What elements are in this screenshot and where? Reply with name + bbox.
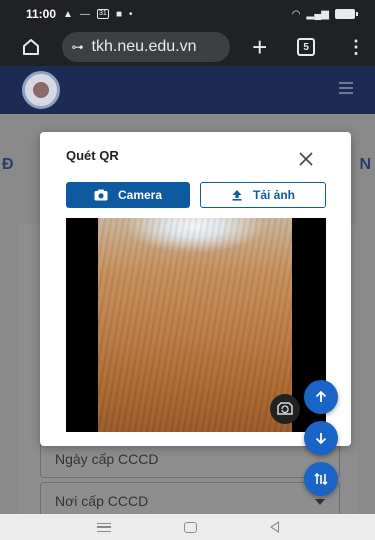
tabs-button[interactable]: 5 bbox=[297, 38, 315, 56]
back-icon[interactable] bbox=[269, 521, 279, 533]
sort-icon bbox=[314, 472, 328, 486]
battery-icon bbox=[335, 9, 358, 19]
nav-home-icon[interactable] bbox=[183, 521, 197, 533]
wood-texture bbox=[98, 218, 292, 432]
sort-button[interactable] bbox=[304, 462, 338, 496]
camera-preview bbox=[66, 218, 326, 432]
browser-toolbar: ⊶ tkh.neu.edu.vn + 5 ⋮ bbox=[0, 28, 375, 66]
arrow-up-icon bbox=[315, 390, 327, 402]
modal-title: Quét QR bbox=[66, 148, 119, 163]
wifi-icon: ◠ bbox=[291, 8, 301, 20]
issue-date-placeholder: Ngày cấp CCCD bbox=[55, 451, 159, 467]
issue-place-placeholder: Nơi cấp CCCD bbox=[55, 493, 149, 509]
calendar-icon: 31 bbox=[96, 9, 109, 19]
camera-label: Camera bbox=[117, 188, 163, 202]
tune-icon[interactable]: ⊶ bbox=[72, 40, 84, 54]
university-logo[interactable] bbox=[22, 71, 60, 109]
notification-icon: ▲ bbox=[63, 8, 73, 20]
dot-icon: • bbox=[128, 8, 133, 20]
message-icon: ■ bbox=[115, 8, 122, 20]
close-icon bbox=[299, 152, 313, 166]
close-button[interactable] bbox=[295, 148, 317, 170]
new-tab-button[interactable]: + bbox=[252, 34, 267, 60]
upload-icon bbox=[232, 190, 242, 201]
camera-icon bbox=[94, 189, 108, 201]
more-vert-icon[interactable]: ⋮ bbox=[347, 37, 365, 58]
page-heading-left-fragment: Đ bbox=[2, 156, 14, 173]
system-navigation-bar bbox=[0, 514, 375, 540]
camera-feed bbox=[98, 218, 292, 432]
scroll-up-button[interactable] bbox=[304, 380, 338, 414]
status-time: 11:00 bbox=[26, 7, 57, 21]
hamburger-icon[interactable] bbox=[339, 82, 353, 94]
home-icon bbox=[22, 39, 39, 55]
switch-camera-icon bbox=[277, 402, 293, 415]
dash-icon: — bbox=[79, 8, 90, 20]
chevron-down-icon bbox=[315, 499, 325, 505]
scroll-down-button[interactable] bbox=[304, 421, 338, 455]
address-bar[interactable]: ⊶ tkh.neu.edu.vn bbox=[61, 32, 231, 62]
switch-camera-button[interactable] bbox=[270, 394, 300, 424]
home-button[interactable] bbox=[20, 36, 42, 58]
page-heading-right-fragment: N bbox=[359, 156, 371, 173]
site-header bbox=[0, 66, 375, 114]
arrow-down-icon bbox=[315, 433, 327, 445]
status-bar: 11:00 ▲ — 31 ■ • ◠ ▂▄▆ bbox=[0, 0, 375, 28]
upload-label: Tải ảnh bbox=[252, 188, 295, 202]
camera-button[interactable]: Camera bbox=[66, 182, 190, 208]
upload-image-button[interactable]: Tải ảnh bbox=[200, 182, 326, 208]
url-text: tkh.neu.edu.vn bbox=[91, 38, 197, 55]
recent-apps-icon[interactable] bbox=[96, 522, 111, 532]
signal-icon: ▂▄▆ bbox=[306, 8, 329, 20]
